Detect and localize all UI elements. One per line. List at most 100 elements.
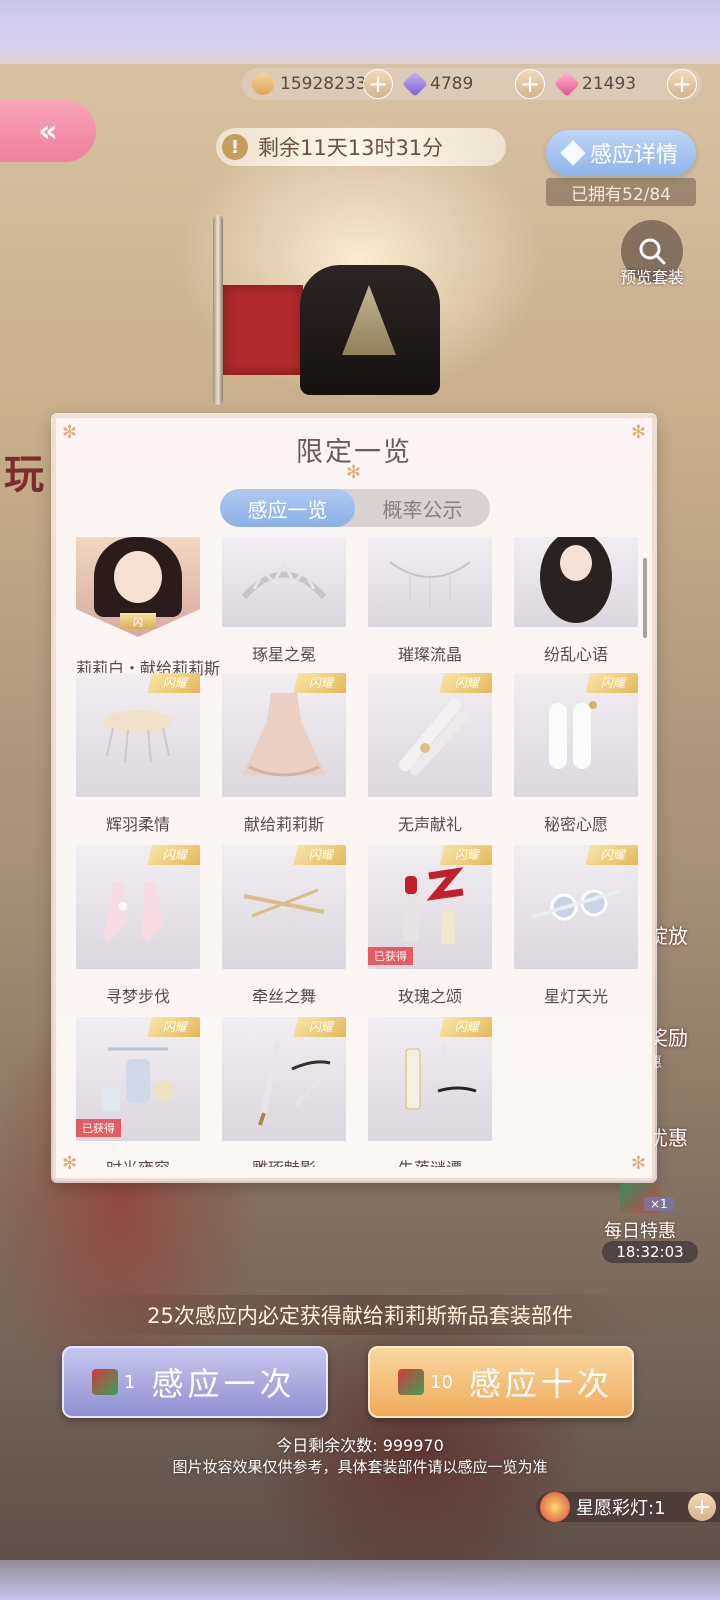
exclamation-icon: ! bbox=[222, 134, 248, 160]
add-crystal-button[interactable]: + bbox=[515, 69, 545, 99]
gem-value: 21493 bbox=[582, 74, 637, 94]
glint-badge: 闪耀 bbox=[439, 673, 492, 693]
grid-item[interactable]: 闪耀 秘密心愿 bbox=[514, 673, 638, 835]
item-thumbnail: 闪耀 bbox=[222, 673, 346, 797]
flag-pole-decor bbox=[213, 215, 223, 405]
limited-list-modal: ✻ ✻ ✻ ✻ 限定一览 ✻ 感应一览 概率公示 闪 莉莉白・献给莉莉斯 琢星之… bbox=[53, 415, 655, 1181]
top-frost-border bbox=[0, 0, 720, 64]
grid-item[interactable]: 闪耀 牵丝之舞 bbox=[222, 845, 346, 1007]
grid-item[interactable]: 闪耀 寻梦步伐 bbox=[76, 845, 200, 1007]
wish-lantern-counter: 星愿彩灯:1 + bbox=[536, 1492, 720, 1522]
item-name: 时光雍容 bbox=[76, 1155, 200, 1167]
pull-once-label: 感应一次 bbox=[151, 1365, 296, 1403]
grid-item[interactable]: 闪耀 雕琢魅影 bbox=[222, 1017, 346, 1167]
grid-item[interactable]: 闪耀 辉羽柔情 bbox=[76, 673, 200, 835]
eyelashes-icon bbox=[405, 1042, 477, 1110]
grid-item[interactable]: 闪耀 星灯天光 bbox=[514, 845, 638, 1007]
tab-probability[interactable]: 概率公示 bbox=[355, 489, 490, 527]
item-thumbnail bbox=[222, 537, 346, 627]
lipstick-icon bbox=[403, 867, 464, 944]
item-thumbnail bbox=[514, 537, 638, 627]
item-thumbnail: 闪耀 bbox=[76, 673, 200, 797]
item-name: 星灯天光 bbox=[543, 987, 608, 1006]
tab-item-list[interactable]: 感应一览 bbox=[220, 489, 355, 527]
grid-item[interactable]: 纷乱心语 bbox=[514, 537, 638, 665]
add-gold-button[interactable]: + bbox=[363, 69, 393, 99]
obtained-badge: 已获得 bbox=[368, 947, 413, 965]
grid-item[interactable]: 闪耀 已获得 玫瑰之颂 bbox=[368, 845, 492, 1007]
disclaimer-text: 图片妆容效果仅供参考，具体套装部件请以感应一览为准 bbox=[172, 1458, 548, 1476]
detail-button-label: 感应详情 bbox=[589, 143, 678, 168]
grid-item[interactable]: 闪耀 失落谜谭 bbox=[368, 1017, 492, 1167]
glint-badge: 闪耀 bbox=[147, 1017, 200, 1037]
pink-diamond-icon bbox=[554, 71, 580, 97]
gloves-icon bbox=[399, 699, 470, 775]
flag-decor bbox=[223, 285, 303, 375]
grid-item[interactable]: 璀璨流晶 bbox=[368, 537, 492, 665]
glint-badge: 闪耀 bbox=[293, 845, 346, 865]
item-thumbnail: 闪耀 已获得 bbox=[76, 1017, 200, 1141]
countdown-text: 剩余11天13时31分 bbox=[258, 136, 444, 160]
pull-once-cost: 1 bbox=[124, 1371, 136, 1393]
pull-once-button[interactable]: 1 感应一次 bbox=[62, 1346, 328, 1418]
crown-icon bbox=[241, 559, 327, 600]
grid-item[interactable]: 闪耀 已获得 时光雍容 bbox=[76, 1017, 200, 1167]
item-thumbnail: 闪耀 bbox=[368, 673, 492, 797]
gem-currency: 21493 bbox=[554, 68, 637, 100]
item-thumbnail bbox=[368, 537, 492, 627]
feather-ornament-icon bbox=[104, 710, 172, 763]
modal-tabs: 感应一览 概率公示 bbox=[220, 489, 490, 527]
grid-item[interactable]: 闪耀 无声献礼 bbox=[368, 673, 492, 835]
daily-deal-timer: 18:32:03 bbox=[602, 1241, 698, 1263]
pull-ten-button[interactable]: 10 感应十次 bbox=[368, 1346, 634, 1418]
crystal-currency: 4789 bbox=[402, 68, 474, 100]
event-countdown: ! 剩余11天13时31分 bbox=[216, 128, 506, 166]
double-chevron-left-icon: « bbox=[38, 113, 58, 149]
purple-diamond-icon bbox=[402, 71, 428, 97]
wish-lantern-icon bbox=[92, 1369, 118, 1395]
shoes-icon bbox=[103, 882, 163, 942]
grid-item[interactable]: 闪 莉莉白・献给莉莉斯 bbox=[76, 537, 220, 679]
item-name: 秘密心愿 bbox=[543, 815, 608, 834]
add-gem-button[interactable]: + bbox=[667, 69, 697, 99]
grid-item[interactable]: 琢星之冕 bbox=[222, 537, 346, 665]
item-name: 雕琢魅影 bbox=[222, 1155, 346, 1167]
glint-badge: 闪耀 bbox=[585, 673, 638, 693]
glint-badge: 闪耀 bbox=[439, 1017, 492, 1037]
item-thumbnail: 闪耀 bbox=[222, 845, 346, 969]
detail-button[interactable]: 感应详情 bbox=[546, 130, 696, 176]
grid-item[interactable]: 闪耀 献给莉莉斯 bbox=[222, 673, 346, 835]
item-name: 琢星之冕 bbox=[251, 645, 316, 664]
pity-guarantee-text: 25次感应内必定获得献给莉莉斯新品套装部件 bbox=[60, 1295, 660, 1335]
item-name: 无声献礼 bbox=[397, 815, 462, 834]
pull-ten-label: 感应十次 bbox=[468, 1365, 613, 1403]
hairstyle-icon bbox=[540, 537, 612, 623]
add-lantern-button[interactable]: + bbox=[688, 1493, 716, 1521]
glint-badge: 闪耀 bbox=[439, 845, 492, 865]
daily-deal-button[interactable]: ×1 每日特惠 18:32:03 bbox=[594, 1183, 704, 1265]
gold-currency: 15928233 bbox=[252, 68, 367, 100]
brooch-icon bbox=[531, 889, 621, 921]
vanity-set-icon bbox=[102, 1047, 174, 1111]
title-snowflake-icon: ✻ bbox=[346, 462, 362, 483]
crystal-value: 4789 bbox=[430, 74, 474, 94]
portrait-thumbnail: 闪 bbox=[76, 537, 200, 637]
back-button[interactable]: « bbox=[0, 100, 96, 162]
item-name: 璀璨流晶 bbox=[397, 645, 462, 664]
diamond-icon bbox=[560, 140, 586, 166]
glint-badge: 闪耀 bbox=[585, 845, 638, 865]
glint-badge: 闪 bbox=[120, 613, 156, 629]
preview-outfit-button[interactable]: 预览套装 bbox=[616, 220, 688, 288]
owned-count: 已拥有52/84 bbox=[546, 178, 696, 206]
glint-badge: 闪耀 bbox=[147, 845, 200, 865]
background-title-fragment: 玩 bbox=[4, 452, 44, 498]
item-name: 失落谜谭 bbox=[368, 1155, 492, 1167]
cat-coin-icon bbox=[252, 73, 274, 95]
wish-lantern-label: 星愿彩灯:1 bbox=[576, 1498, 666, 1519]
item-thumbnail: 闪耀 bbox=[76, 845, 200, 969]
bottom-frost-border bbox=[0, 1560, 720, 1600]
item-name: 牵丝之舞 bbox=[251, 987, 316, 1006]
makeup-brush-icon bbox=[258, 1040, 331, 1126]
chain-icon bbox=[389, 561, 471, 610]
obtained-badge: 已获得 bbox=[76, 1119, 121, 1137]
